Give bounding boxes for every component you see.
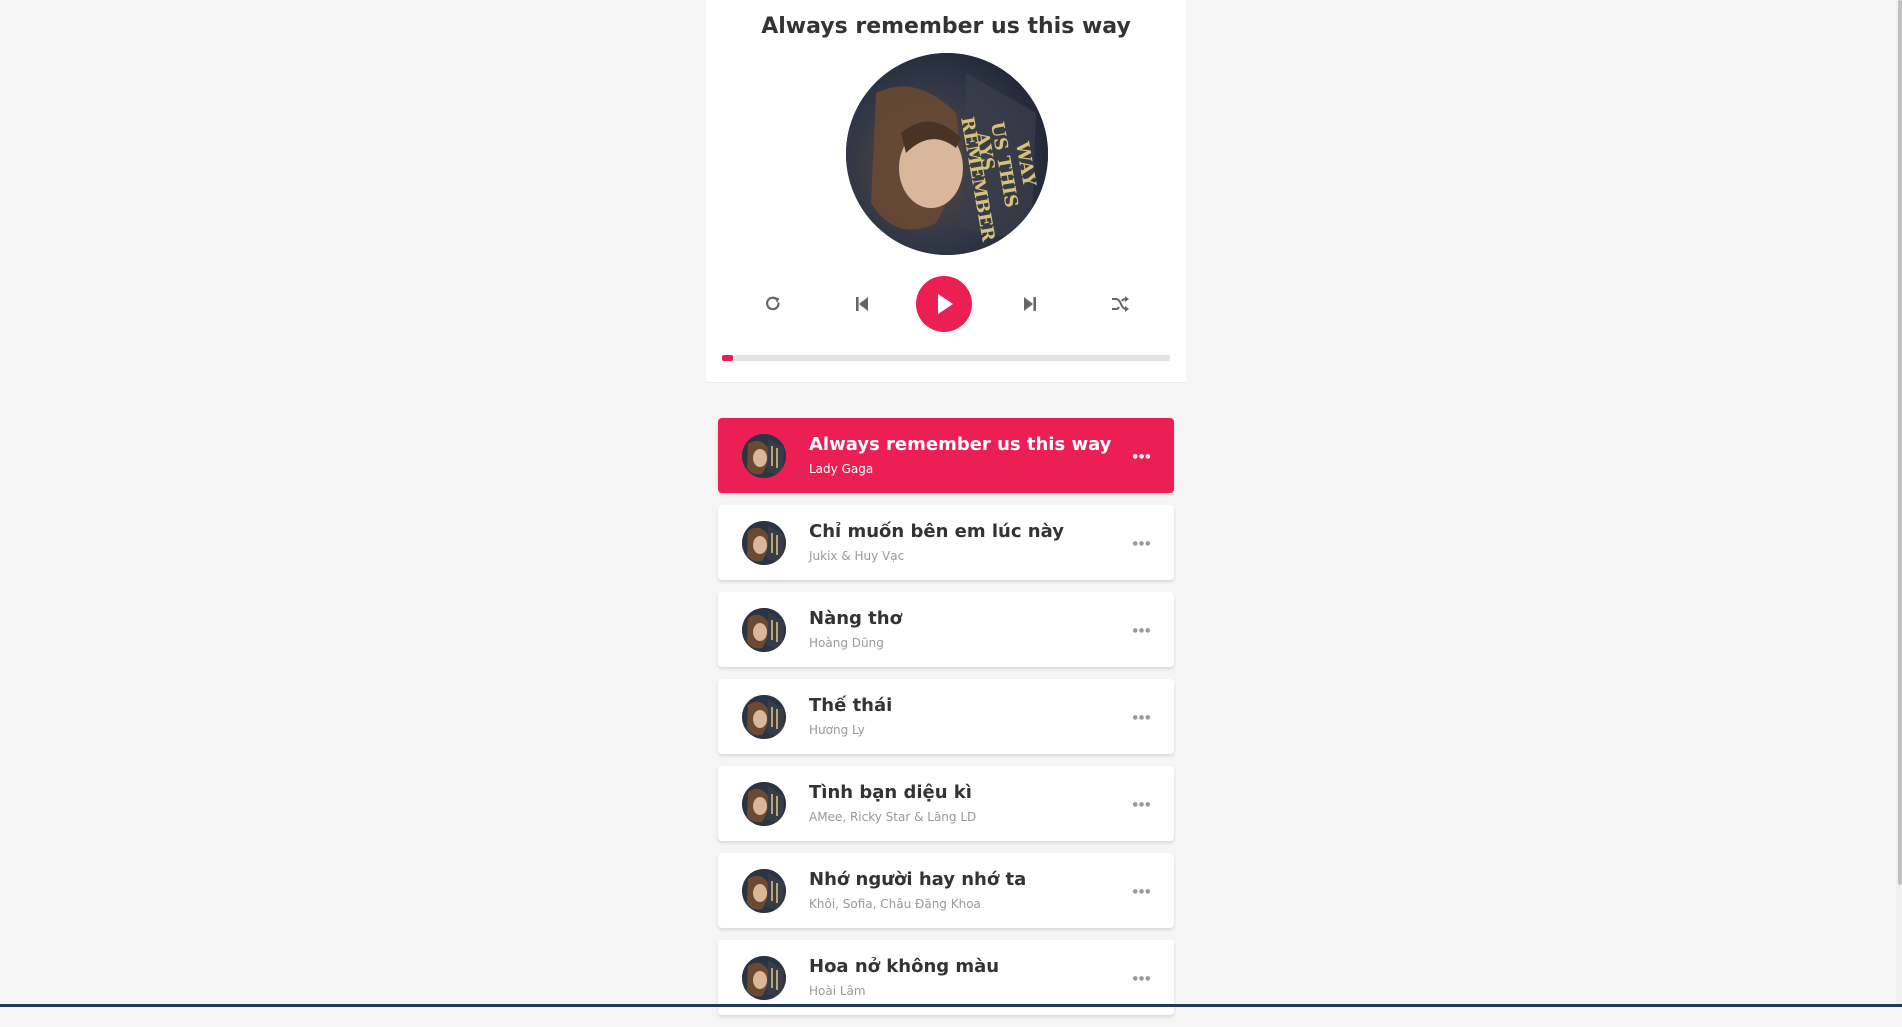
song-title: Chỉ muốn bên em lúc này [809,521,1064,542]
more-options-button[interactable]: ●●● [1126,788,1158,820]
song-item[interactable]: Chỉ muốn bên em lúc này Jukix & Huy Vạc ●●… [718,505,1174,580]
next-button[interactable] [1010,284,1050,324]
scrollbar-thumb[interactable] [1898,0,1902,885]
song-title: Hoa nở không màu [809,956,1000,977]
song-thumbnail [742,608,786,652]
song-item[interactable]: Tình bạn diệu kì AMee, Ricky Star & Lăng … [718,766,1174,841]
more-dots-icon: ●●● [1132,800,1152,808]
play-icon [938,294,953,314]
album-cover-image: AYS REMEMBER US THIS WAY [846,53,1048,255]
skip-back-icon [856,297,868,311]
shuffle-icon [1112,296,1129,312]
song-thumbnail [742,521,786,565]
current-song-title: Always remember us this way [761,14,1131,39]
song-author: Khôi, Sofia, Châu Đăng Khoa [809,897,981,911]
more-dots-icon: ●●● [1132,974,1152,982]
more-dots-icon: ●●● [1132,539,1152,547]
song-author: Lady Gaga [809,462,874,476]
more-options-button[interactable]: ●●● [1126,614,1158,646]
progress-fill [722,355,734,361]
song-thumbnail [742,434,786,478]
song-thumbnail [742,782,786,826]
song-thumbnail [742,956,786,1000]
song-item[interactable]: Thế thái Hương Ly ●●● [718,679,1174,754]
song-item[interactable]: Nhớ người hay nhớ ta Khôi, Sofia, Châu Đă… [718,853,1174,928]
skip-forward-icon [1024,297,1036,311]
song-thumbnail [742,869,786,913]
song-thumbnail [742,695,786,739]
song-author: Hương Ly [809,723,865,737]
random-button[interactable] [1100,284,1140,324]
more-dots-icon: ●●● [1132,626,1152,634]
more-options-button[interactable]: ●●● [1126,440,1158,472]
more-options-button[interactable]: ●●● [1126,701,1158,733]
more-options-button[interactable]: ●●● [1126,875,1158,907]
more-dots-icon: ●●● [1132,713,1152,721]
more-dots-icon: ●●● [1132,887,1152,895]
repeat-icon [766,296,780,311]
more-dots-icon: ●●● [1132,452,1152,460]
song-title: Nàng thơ [809,608,902,629]
song-author: AMee, Ricky Star & Lăng LD [809,810,977,824]
song-title: Nhớ người hay nhớ ta [809,869,1027,890]
song-title: Always remember us this way [809,434,1112,455]
playlist: Always remember us this way Lady Gaga ●●● C… [718,418,1174,1027]
song-item[interactable]: Nàng thơ Hoàng Dũng ●●● [718,592,1174,667]
song-title: Thế thái [809,695,893,716]
song-item[interactable]: Always remember us this way Lady Gaga ●●● [718,418,1174,493]
more-options-button[interactable]: ●●● [1126,962,1158,994]
player-controls [706,276,1186,332]
play-button[interactable] [916,276,972,332]
more-options-button[interactable]: ●●● [1126,527,1158,559]
progress-bar[interactable] [722,355,1170,361]
song-title: Tình bạn diệu kì [809,782,972,803]
song-author: Hoàng Dũng [809,636,884,650]
repeat-button[interactable] [753,284,793,324]
album-cd: AYS REMEMBER US THIS WAY [846,53,1048,255]
player-dashboard: Always remember us this way AYS REMEMBER… [706,0,1186,383]
prev-button[interactable] [842,284,882,324]
song-author: Jukix & Huy Vạc [809,549,905,563]
song-author: Hoài Lâm [809,984,866,998]
